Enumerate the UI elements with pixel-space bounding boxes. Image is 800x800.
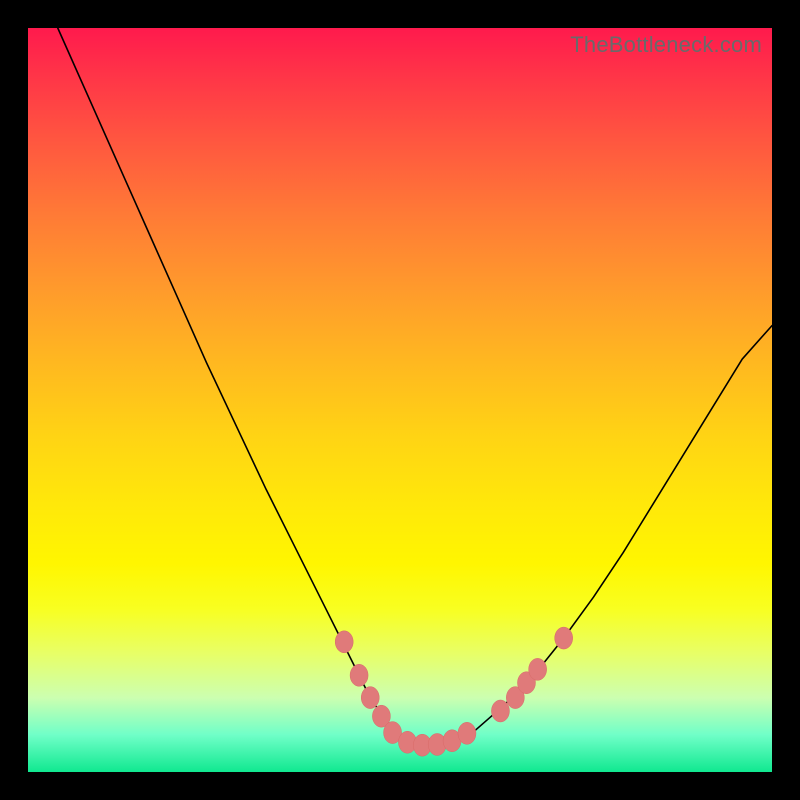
data-marker	[458, 722, 476, 744]
chart-svg	[28, 28, 772, 772]
data-marker	[350, 664, 368, 686]
data-marker	[555, 627, 573, 649]
chart-frame: TheBottleneck.com	[28, 28, 772, 772]
data-marker	[491, 700, 509, 722]
bottleneck-curve	[58, 28, 772, 746]
data-marker	[529, 658, 547, 680]
data-marker	[361, 687, 379, 709]
data-marker	[335, 631, 353, 653]
markers-group	[335, 627, 572, 756]
